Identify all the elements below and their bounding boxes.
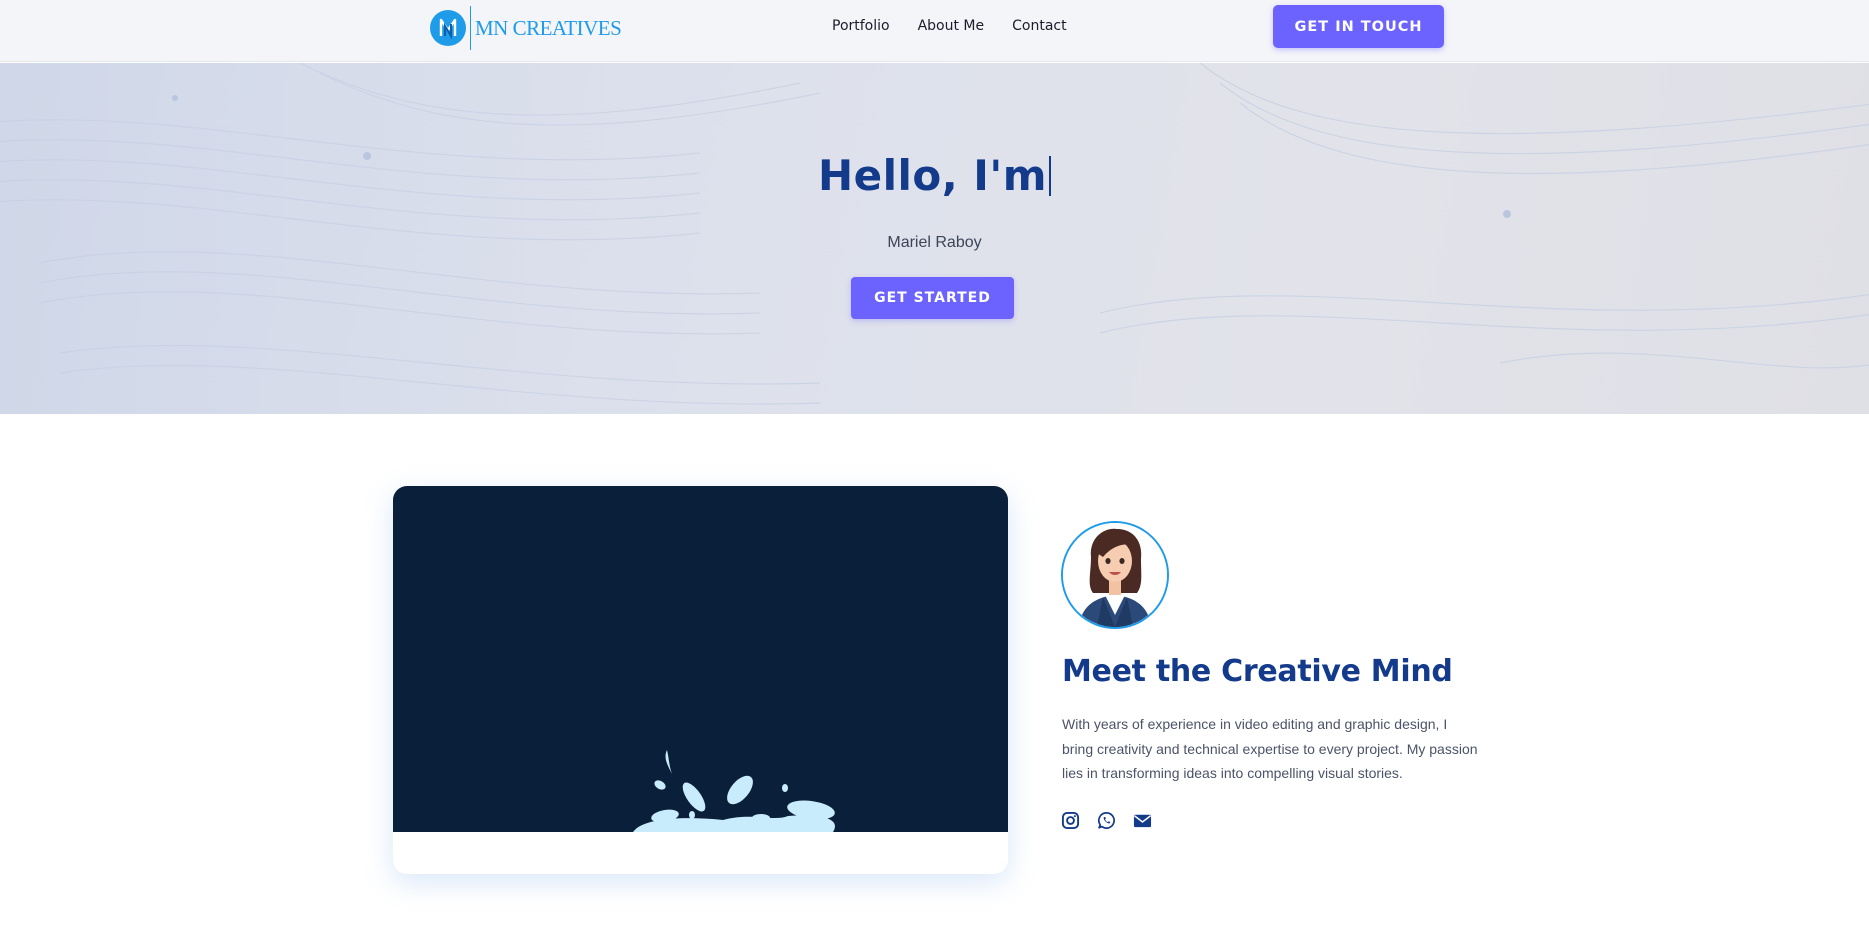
about-text: With years of experience in video editin…: [1062, 716, 1478, 781]
logo-text: MN CREATIVES: [475, 15, 622, 40]
about-title: Meet the Creative Mind: [1062, 654, 1453, 689]
envelope-icon[interactable]: [1133, 811, 1152, 830]
get-started-button[interactable]: GET STARTED: [851, 277, 1014, 319]
nav-contact[interactable]: Contact: [1012, 17, 1066, 35]
logo-badge-icon: [430, 10, 466, 46]
get-in-touch-button[interactable]: GET IN TOUCH: [1273, 5, 1444, 48]
hero-subtitle: Mariel Raboy: [887, 234, 982, 251]
social-links: [1061, 811, 1152, 830]
nav-portfolio[interactable]: Portfolio: [832, 17, 890, 35]
avatar-illustration: [1063, 523, 1167, 627]
typing-cursor: [1049, 156, 1052, 196]
instagram-icon[interactable]: [1061, 811, 1080, 830]
logo[interactable]: MN CREATIVES: [430, 6, 622, 50]
hero-title: Hello, I'm: [0, 151, 1869, 200]
site-header: MN CREATIVES Portfolio About Me Contact …: [0, 0, 1869, 62]
splash-graphic: [633, 750, 835, 832]
video-player[interactable]: [393, 486, 1008, 832]
nav-about-me[interactable]: About Me: [918, 17, 985, 35]
avatar: [1061, 521, 1169, 629]
whatsapp-icon[interactable]: [1097, 811, 1116, 830]
main-nav: Portfolio About Me Contact: [832, 17, 1095, 35]
video-card: [393, 486, 1008, 874]
hero-section: Hello, I'm Mariel Raboy GET STARTED: [0, 63, 1869, 414]
logo-divider: [470, 6, 471, 50]
